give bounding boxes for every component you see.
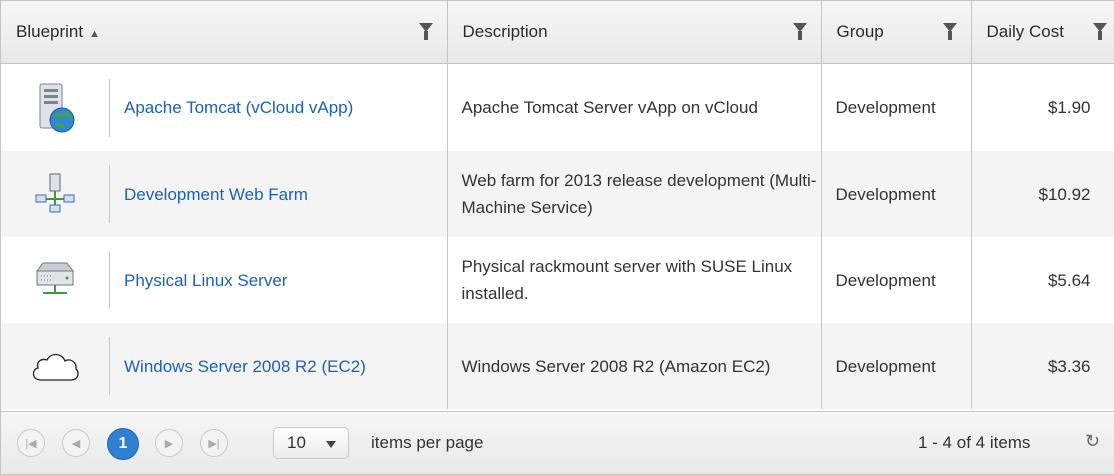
chevron-down-icon <box>326 441 336 448</box>
page-size-select[interactable]: 10 <box>273 427 349 459</box>
description-cell: Apache Tomcat Server vApp on vCloud <box>447 63 822 151</box>
previous-page-icon[interactable]: ◀ <box>62 429 90 457</box>
current-page-button[interactable]: 1 <box>107 428 139 460</box>
description-cell: Windows Server 2008 R2 (Amazon EC2) <box>447 323 822 409</box>
pager-info: 1 - 4 of 4 items <box>918 433 1031 452</box>
group-cell: Development <box>821 323 972 409</box>
blueprint-cell: Apache Tomcat (vCloud vApp) <box>1 63 448 151</box>
blueprint-cell: Physical Linux Server <box>1 237 448 323</box>
header-row: Blueprint ▲ Description Group Daily Cost <box>1 1 1114 64</box>
blueprint-grid: Blueprint ▲ Description Group Daily Cost <box>0 0 1114 475</box>
page-size-value: 10 <box>287 433 306 452</box>
column-header-description-label: Description <box>462 22 548 41</box>
blueprint-table: Blueprint ▲ Description Group Daily Cost <box>1 1 1114 409</box>
description-cell: Physical rackmount server with SUSE Linu… <box>447 237 822 323</box>
table-row[interactable]: Apache Tomcat (vCloud vApp) Apache Tomca… <box>1 63 1114 151</box>
filter-group-icon[interactable] <box>942 23 957 40</box>
sort-ascending-icon: ▲ <box>89 28 100 40</box>
daily-cost-cell: $10.92 <box>971 151 1114 237</box>
rackmount-server-icon <box>1 251 110 309</box>
filter-daily-cost-icon[interactable] <box>1092 23 1107 40</box>
column-header-description[interactable]: Description <box>447 1 822 64</box>
server-globe-icon <box>1 78 110 137</box>
group-cell: Development <box>821 63 972 151</box>
daily-cost-cell: $5.64 <box>971 237 1114 323</box>
blueprint-cell: Windows Server 2008 R2 (EC2) <box>1 323 448 409</box>
group-cell: Development <box>821 237 972 323</box>
group-cell: Development <box>821 151 972 237</box>
network-topology-icon <box>1 165 110 223</box>
last-page-icon[interactable]: ▶| <box>200 429 228 457</box>
items-per-page-label: items per page <box>371 433 484 452</box>
blueprint-link[interactable]: Development Web Farm <box>124 181 308 208</box>
column-header-daily-cost[interactable]: Daily Cost <box>971 1 1114 64</box>
cloud-icon <box>1 337 110 395</box>
blueprint-cell: Development Web Farm <box>1 151 448 237</box>
column-header-blueprint-label: Blueprint <box>16 22 84 41</box>
table-row[interactable]: Development Web Farm Web farm for 2013 r… <box>1 151 1114 237</box>
refresh-icon[interactable]: ↻ <box>1085 431 1103 451</box>
column-header-group-label: Group <box>836 22 884 41</box>
filter-blueprint-icon[interactable] <box>418 23 433 40</box>
column-header-daily-cost-label: Daily Cost <box>986 22 1064 41</box>
pager: |◀ ◀ 1 ▶ ▶| 10 items per page 1 - 4 of 4… <box>1 411 1114 474</box>
description-cell: Web farm for 2013 release development (M… <box>447 151 822 237</box>
column-header-group[interactable]: Group <box>821 1 972 64</box>
table-row[interactable]: Windows Server 2008 R2 (EC2) Windows Ser… <box>1 323 1114 409</box>
blueprint-link[interactable]: Windows Server 2008 R2 (EC2) <box>124 353 366 380</box>
daily-cost-cell: $3.36 <box>971 323 1114 409</box>
filter-description-icon[interactable] <box>792 23 807 40</box>
table-row[interactable]: Physical Linux Server Physical rackmount… <box>1 237 1114 323</box>
next-page-icon[interactable]: ▶ <box>155 429 183 457</box>
column-header-blueprint[interactable]: Blueprint ▲ <box>1 1 448 64</box>
blueprint-link[interactable]: Physical Linux Server <box>124 267 287 294</box>
daily-cost-cell: $1.90 <box>971 63 1114 151</box>
first-page-icon[interactable]: |◀ <box>17 429 45 457</box>
blueprint-link[interactable]: Apache Tomcat (vCloud vApp) <box>124 94 353 121</box>
